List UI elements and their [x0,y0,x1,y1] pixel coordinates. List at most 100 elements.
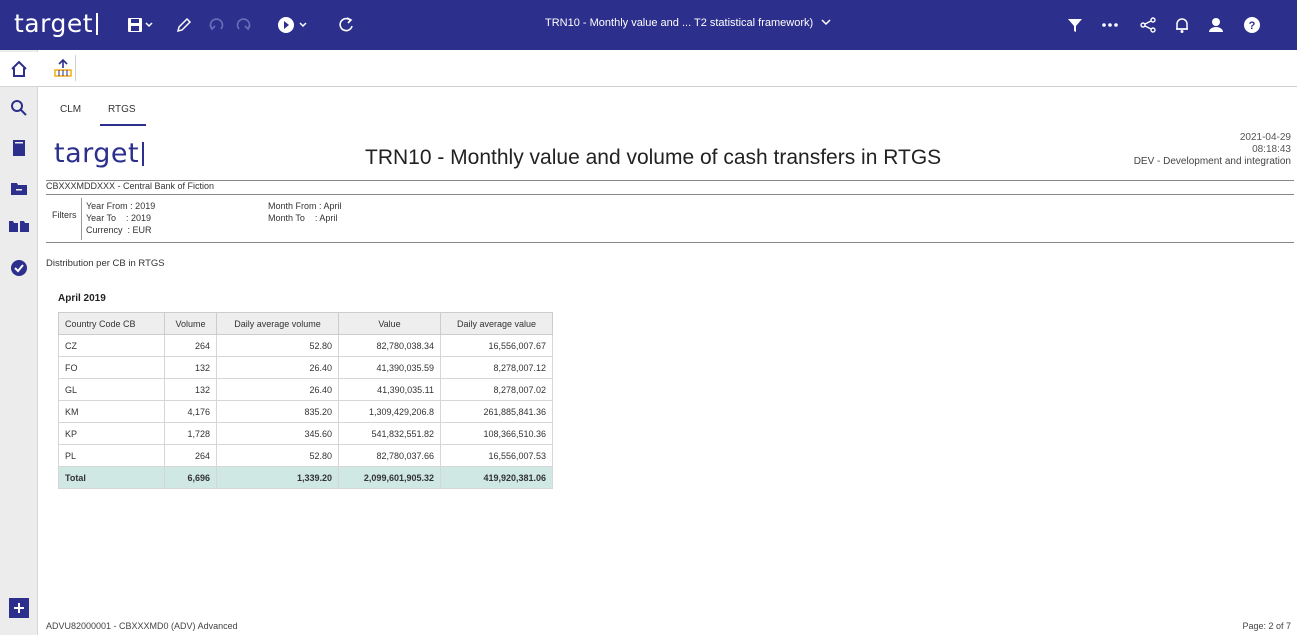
report-footer: ADVU82000001 - CBXXXMD0 (ADV) Advanced P… [38,613,1297,635]
filter-year-to: Year To : 2019 [86,213,152,223]
bell-icon[interactable] [1170,13,1194,37]
volume-cell: 264 [164,334,217,357]
column-header: Value [338,312,441,335]
total-label-cell: Total [58,466,165,489]
add-icon[interactable] [9,598,29,618]
value-cell: 41,390,035.11 [338,378,441,401]
app-logo[interactable]: target [14,9,99,38]
save-icon[interactable] [125,13,155,37]
volume-cell: 4,176 [164,400,217,423]
value-cell: 41,390,035.59 [338,356,441,379]
table-row: GL 132 26.40 41,390,035.11 8,278,007.02 [58,378,553,401]
filters-label: Filters [52,210,77,220]
folders-icon[interactable] [0,212,38,240]
daily-value-cell: 261,885,841.36 [440,400,553,423]
daily-volume-cell: 26.40 [216,378,339,401]
table-row: CZ 264 52.80 82,780,038.34 16,556,007.67 [58,334,553,357]
user-icon[interactable] [1204,13,1228,37]
divider [46,180,1294,181]
svg-text:?: ? [1249,20,1256,32]
table-row: KP 1,728 345.60 541,832,551.82 108,366,5… [58,422,553,445]
report-environment: DEV - Development and integration [1133,156,1291,167]
daily-volume-cell: 26.40 [216,356,339,379]
period-heading: April 2019 [58,293,106,304]
check-circle-icon[interactable] [0,254,38,282]
total-daily-volume-cell: 1,339.20 [216,466,339,489]
column-header: Daily average value [440,312,553,335]
undo-icon[interactable] [204,13,228,37]
window-title[interactable]: TRN10 - Monthly value and ... T2 statist… [545,17,831,29]
report-logo: target [54,138,145,169]
table-header-row: Country Code CB Volume Daily average vol… [58,312,553,335]
export-icon[interactable] [50,55,76,81]
footer-user-info: ADVU82000001 - CBXXXMD0 (ADV) Advanced [46,621,238,631]
chevron-down-icon [821,17,831,29]
volume-cell: 264 [164,444,217,467]
daily-volume-cell: 345.60 [216,422,339,445]
value-cell: 82,780,038.34 [338,334,441,357]
report-time: 08:18:43 [1252,144,1291,155]
filter-year-from: Year From : 2019 [86,201,156,211]
page-indicator: Page: 2 of 7 [1242,621,1291,631]
more-icon[interactable] [1097,13,1123,37]
report-logo-divider [142,141,145,166]
country-cell: PL [58,444,165,467]
redo-icon[interactable] [232,13,256,37]
filters-right: Month From : April Month To : April [268,200,342,224]
active-tab-indicator [100,124,146,126]
country-cell: KM [58,400,165,423]
country-cell: FO [58,356,165,379]
volume-cell: 132 [164,378,217,401]
filters-panel: Filters Year From : 2019 Year To : 2019 … [46,194,1294,243]
volume-cell: 132 [164,356,217,379]
total-daily-value-cell: 419,920,381.06 [440,466,553,489]
refresh-icon[interactable] [334,13,358,37]
total-value-cell: 2,099,601,905.32 [338,466,441,489]
table-row: KM 4,176 835.20 1,309,429,206.8 261,885,… [58,400,553,423]
value-cell: 82,780,037.66 [338,444,441,467]
central-bank-name: CBXXXMDDXXX - Central Bank of Fiction [46,181,215,191]
logo-divider [96,12,99,35]
column-header: Daily average volume [216,312,339,335]
column-header: Country Code CB [58,312,165,335]
window-title-text: TRN10 - Monthly value and ... T2 statist… [545,17,814,29]
daily-volume-cell: 835.20 [216,400,339,423]
filter-month-from: Month From : April [268,201,342,211]
daily-value-cell: 16,556,007.67 [440,334,553,357]
column-header: Volume [164,312,217,335]
report-title: TRN10 - Monthly value and volume of cash… [365,146,942,169]
folder-icon[interactable] [0,174,38,202]
distribution-table: Country Code CB Volume Daily average vol… [58,312,553,489]
section-label: Distribution per CB in RTGS [46,258,165,269]
daily-value-cell: 8,278,007.12 [440,356,553,379]
daily-value-cell: 8,278,007.02 [440,378,553,401]
sidebar [0,50,38,635]
share-icon[interactable] [1136,13,1160,37]
tab-rtgs[interactable]: RTGS [108,104,136,115]
filters-left: Year From : 2019 Year To : 2019 Currency… [86,200,155,236]
document-icon[interactable] [0,134,38,162]
country-cell: KP [58,422,165,445]
logo-text: target [14,9,94,38]
play-icon[interactable] [274,13,314,37]
help-icon[interactable]: ? [1240,13,1264,37]
report-tabs: CLM RTGS [38,88,1297,128]
filter-month-to: Month To : April [268,213,338,223]
daily-volume-cell: 52.80 [216,444,339,467]
report-page: target TRN10 - Monthly value and volume … [38,128,1297,613]
report-toolbar [38,50,1297,87]
filter-icon[interactable] [1064,13,1086,37]
country-cell: CZ [58,334,165,357]
total-row: Total 6,696 1,339.20 2,099,601,905.32 41… [58,466,553,489]
total-volume-cell: 6,696 [164,466,217,489]
search-icon[interactable] [0,94,38,122]
pencil-icon[interactable] [172,13,196,37]
filters-divider [81,198,82,240]
table-row: FO 132 26.40 41,390,035.59 8,278,007.12 [58,356,553,379]
report-logo-text: target [54,138,140,169]
home-icon[interactable] [0,52,38,87]
top-bar: target TRN10 - Monthly value and ... T2 … [0,0,1297,50]
daily-value-cell: 16,556,007.53 [440,444,553,467]
value-cell: 541,832,551.82 [338,422,441,445]
tab-clm[interactable]: CLM [60,104,81,115]
